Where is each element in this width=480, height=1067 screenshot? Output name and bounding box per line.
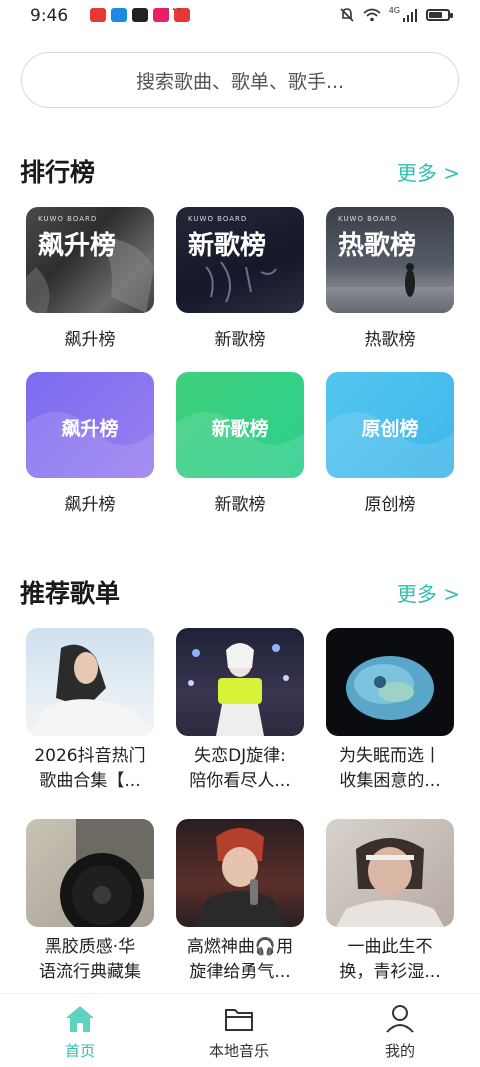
ranking-card[interactable]: 新歌榜 新歌榜 [176,372,304,515]
wifi-icon [363,8,381,22]
ranking-card[interactable]: KUWO BOARD 热歌榜 热歌榜 [326,207,454,350]
ranking-label: 新歌榜 [214,495,266,515]
signal-icon [403,9,417,22]
ranking-cover: 原创榜 [326,372,454,478]
cover-title: 热歌榜 [338,231,417,261]
ranking-cover: KUWO BOARD 新歌榜 [176,207,304,313]
cover-art [60,819,154,927]
ranking-card[interactable]: 飙升榜 飙升榜 [26,372,154,515]
home-icon [66,1006,94,1032]
playlist-cover [26,628,154,736]
bottom-navigation: 首页 本地音乐 我的 [0,993,480,1067]
battery-icon [426,9,453,21]
playlist-card[interactable]: 2026抖音热门 歌曲合集【... [26,628,154,794]
playlist-title: 高燃神曲🎧用 旋律给勇气... [186,937,294,982]
status-time: 9:46 [30,6,69,26]
cover-title: 飙升榜 [38,231,117,261]
cover-art [26,644,154,736]
playlist-title: 为失眠而选丨 收集困意的... [339,746,441,791]
playlist-title: 黑胶质感·华 语流行典藏集 [39,937,141,982]
ranking-cover: KUWO BOARD 飙升榜 [26,207,154,313]
cover-art [188,643,289,736]
playlist-card[interactable]: 一曲此生不 换，青衫湿... [326,819,454,985]
cover-title: 新歌榜 [188,231,267,261]
ranking-label: 原创榜 [364,495,416,515]
ranking-cover: 飙升榜 [26,372,154,478]
nav-mine-label: 我的 [384,1042,415,1060]
playlist-title: 2026抖音热门 歌曲合集【... [34,746,146,791]
ranking-more-link[interactable]: 更多 > [397,157,460,186]
playlist-card[interactable]: 为失眠而选丨 收集困意的... [326,628,454,794]
playlist-section-title: 推荐歌单 [20,579,121,608]
cover-title: 飙升榜 [61,418,119,440]
nav-home[interactable]: 首页 [30,1004,130,1061]
playlist-cover [176,819,304,927]
playlist-card[interactable]: 高燃神曲🎧用 旋律给勇气... [176,819,304,985]
ranking-label: 飙升榜 [64,495,116,515]
ranking-card[interactable]: KUWO BOARD 飙升榜 飙升榜 [26,207,154,350]
cover-art [194,828,286,927]
status-bar: 9:46 ··· 4G [0,0,480,32]
more-notifications-icon: ··· [166,2,183,18]
app-notification-icon [90,8,106,22]
playlist-card[interactable]: 失恋DJ旋律: 陪你看尽人... [176,628,304,794]
ranking-section-title: 排行榜 [20,158,96,187]
playlist-cover [326,628,454,736]
nav-home-label: 首页 [64,1042,95,1060]
nav-local-label: 本地音乐 [208,1042,269,1060]
board-label: KUWO BOARD [188,215,248,223]
board-label: KUWO BOARD [38,215,98,223]
nav-local-music[interactable]: 本地音乐 [189,1004,289,1061]
search-placeholder: 搜索歌曲、歌单、歌手... [135,70,345,93]
playlist-title: 一曲此生不 换，青衫湿... [339,937,441,982]
search-input[interactable]: 搜索歌曲、歌单、歌手... [21,52,459,108]
cover-art [336,838,444,927]
nav-mine[interactable]: 我的 [350,1004,450,1061]
ranking-label: 飙升榜 [64,330,116,350]
playlist-cover [176,628,304,736]
ranking-cover: KUWO BOARD 热歌榜 [326,207,454,313]
playlist-title: 失恋DJ旋律: 陪你看尽人... [189,746,291,791]
network-type: 4G [388,5,400,15]
playlist-more-link[interactable]: 更多 > [397,578,460,607]
cover-title: 原创榜 [361,418,419,440]
cover-title: 新歌榜 [211,418,269,440]
app-notification-icon [132,8,148,22]
mute-icon [340,8,354,22]
ranking-card[interactable]: 原创榜 原创榜 [326,372,454,515]
playlist-cover [326,819,454,927]
ranking-label: 热歌榜 [364,330,416,350]
app-notification-icon [111,8,127,22]
user-icon [386,1005,414,1033]
playlist-card[interactable]: 黑胶质感·华 语流行典藏集 [26,819,154,985]
playlist-cover [26,819,154,927]
ranking-cover: 新歌榜 [176,372,304,478]
board-label: KUWO BOARD [338,215,398,223]
ranking-card[interactable]: KUWO BOARD 新歌榜 新歌榜 [176,207,304,350]
ranking-label: 新歌榜 [214,330,266,350]
status-right: 4G [339,5,453,23]
cover-art [346,656,434,720]
folder-icon [225,1009,253,1031]
